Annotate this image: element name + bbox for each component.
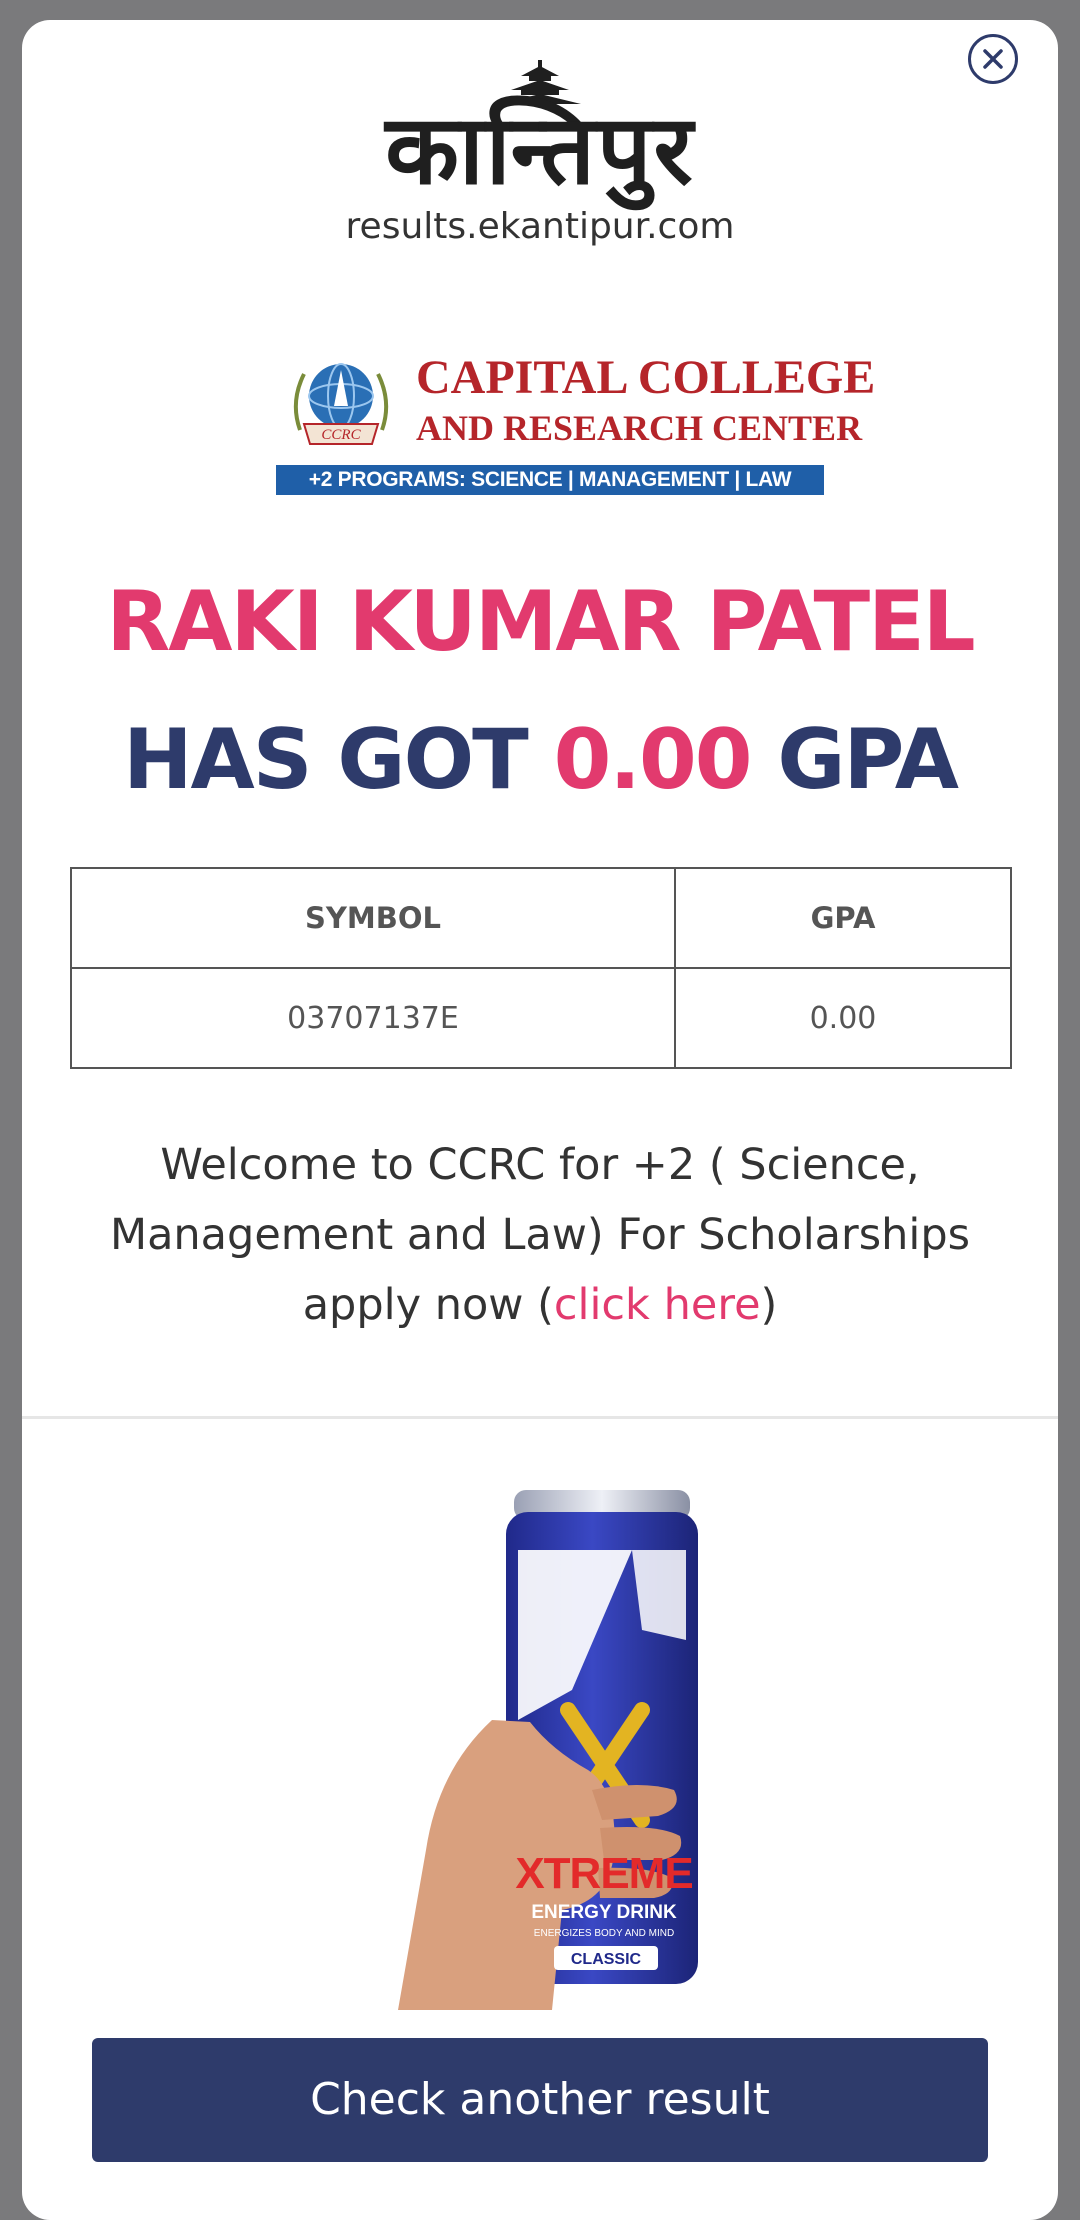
symbol-header: SYMBOL	[70, 867, 676, 969]
kantipur-wordmark: कान्तिपुर	[385, 93, 695, 206]
gpa-value: 0.00	[553, 711, 753, 808]
ad-brand: XTREME	[515, 1849, 692, 1898]
table-row: 03707137E 0.00	[70, 967, 1012, 1069]
gpa-suffix: GPA	[777, 711, 959, 808]
gpa-cell: 0.00	[674, 967, 1012, 1069]
welcome-text-before: Welcome to CCRC for +2 ( Science, Manage…	[109, 1140, 971, 1330]
college-name-line2: AND RESEARCH CENTER	[416, 408, 863, 448]
energy-drink-can-ad[interactable]: XTREME ENERGY DRINK ENERGIZES BODY AND M…	[342, 1490, 762, 2010]
ad-variant: CLASSIC	[571, 1951, 642, 1968]
college-programs-banner: +2 PROGRAMS: SCIENCE | MANAGEMENT | LAW	[276, 465, 824, 495]
ad-sub-tagline: ENERGIZES BODY AND MIND	[534, 1928, 674, 1939]
welcome-text-after: )	[760, 1280, 778, 1330]
table-header-row: SYMBOL GPA	[70, 867, 1012, 969]
check-another-result-button[interactable]: Check another result	[92, 2038, 988, 2162]
globe-emblem-icon: CCRC	[293, 363, 389, 445]
ad-tagline: ENERGY DRINK	[531, 1902, 677, 1923]
college-emblem-text: CCRC	[321, 427, 361, 443]
college-logo[interactable]: CCRC CAPITAL COLLEGE AND RESEARCH CENTER…	[266, 342, 875, 495]
masthead: कान्तिपुर results.ekantipur.com	[22, 60, 1058, 247]
gpa-prefix: HAS GOT	[123, 711, 529, 808]
welcome-message: Welcome to CCRC for +2 ( Science, Manage…	[82, 1130, 998, 1340]
result-table: SYMBOL GPA 03707137E 0.00	[70, 867, 1012, 1069]
click-here-link[interactable]: click here	[554, 1280, 761, 1330]
site-url: results.ekantipur.com	[345, 206, 735, 247]
student-name: RAKI KUMAR PATEL	[106, 573, 975, 670]
college-name-line1: CAPITAL COLLEGE	[416, 351, 876, 404]
symbol-cell: 03707137E	[70, 967, 676, 1069]
result-modal: कान्तिपुर results.ekantipur.com CCRC CAP…	[22, 20, 1058, 2220]
divider	[22, 1416, 1058, 1419]
gpa-headline: HAS GOT 0.00 GPA	[22, 706, 1058, 814]
gpa-header: GPA	[674, 867, 1012, 969]
